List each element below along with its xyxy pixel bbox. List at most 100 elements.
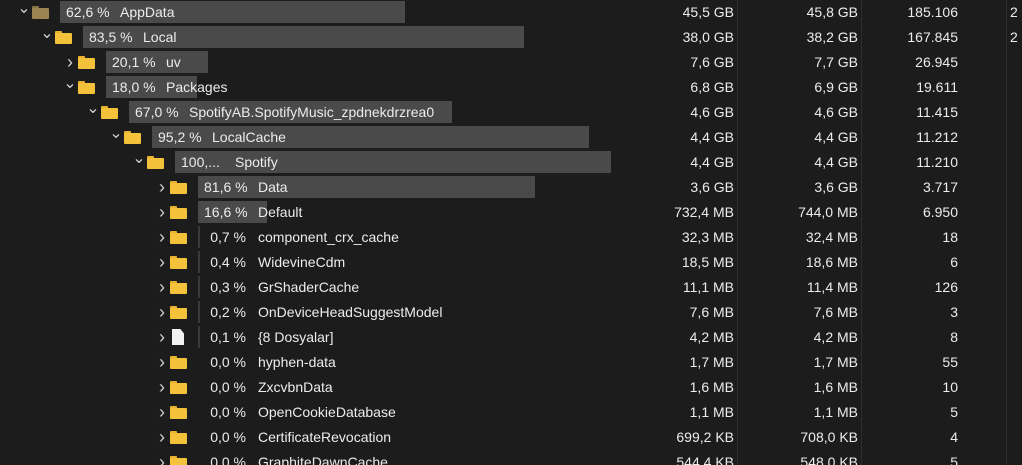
item-name: WidevineCdm [258, 254, 346, 270]
chevron-right-icon[interactable]: › [155, 325, 169, 350]
extra-count: 2 [1010, 29, 1018, 45]
percent-label: 20,1 % [112, 54, 156, 70]
allocated-value: 1,1 MB [813, 404, 858, 420]
files-count: 19.611 [916, 79, 958, 95]
size-value: 1,1 MB [689, 404, 734, 420]
tree-row[interactable]: › 0,0 % CertificateRevocation 699,2 KB 708,0… [0, 425, 1022, 450]
usage-bar [198, 176, 535, 198]
chevron-right-icon[interactable]: › [155, 225, 169, 250]
item-name: Default [258, 204, 303, 220]
tree-row[interactable]: › 0,0 % OpenCookieDatabase 1,1 MB 1,1 MB 5 [0, 400, 1022, 425]
chevron-right-icon[interactable]: › [63, 50, 77, 75]
item-name: SpotifyAB.SpotifyMusic_zpdnekdrzrea0 [189, 104, 435, 120]
chevron-right-icon[interactable]: › [155, 375, 169, 400]
size-value: 38,0 GB [682, 29, 734, 45]
tree-row[interactable]: › 0,2 % OnDeviceHeadSuggestModel 7,6 MB 7,6 … [0, 300, 1022, 325]
size-value: 1,6 MB [689, 379, 734, 395]
percent-label: 0,0 % [210, 429, 246, 445]
percent-label: 83,5 % [89, 29, 133, 45]
tree-row[interactable]: › 0,3 % GrShaderCache 11,1 MB 11,4 MB 126 [0, 275, 1022, 300]
tree-row[interactable]: ⌄ 83,5 % Local 38,0 GB 38,2 GB 167.845 2 [0, 25, 1022, 50]
tree-row[interactable]: ⌄ 100,... Spotify 4,4 GB 4,4 GB 11.210 [0, 150, 1022, 175]
chevron-right-icon[interactable]: › [155, 300, 169, 325]
size-value: 18,5 MB [681, 254, 734, 270]
size-value: 32,3 MB [681, 229, 734, 245]
chevron-down-icon[interactable]: ⌄ [17, 0, 31, 25]
tree-row[interactable]: ⌄ 18,0 % Packages 6,8 GB 6,9 GB 19.611 [0, 75, 1022, 100]
allocated-value: 7,6 MB [813, 304, 858, 320]
item-name: Packages [166, 79, 228, 95]
files-count: 11.210 [916, 154, 958, 170]
chevron-down-icon[interactable]: ⌄ [86, 100, 100, 125]
item-name: ZxcvbnData [258, 379, 333, 395]
percent-label: 95,2 % [158, 129, 202, 145]
files-count: 26.945 [915, 54, 958, 70]
size-value: 699,2 KB [676, 429, 734, 445]
tree-row[interactable]: ⌄ 95,2 % LocalCache 4,4 GB 4,4 GB 11.212 [0, 125, 1022, 150]
folder-icon [78, 81, 95, 94]
chevron-right-icon[interactable]: › [155, 275, 169, 300]
chevron-right-icon[interactable]: › [155, 350, 169, 375]
usage-bar [198, 326, 200, 348]
chevron-right-icon[interactable]: › [155, 250, 169, 275]
tree-row[interactable]: › 0,7 % component_crx_cache 32,3 MB 32,4 MB 1… [0, 225, 1022, 250]
folder-icon [170, 281, 187, 294]
folder-icon [170, 206, 187, 219]
tree-row[interactable]: › 0,0 % hyphen-data 1,7 MB 1,7 MB 55 [0, 350, 1022, 375]
tree-row[interactable]: › 0,1 % {8 Dosyalar] 4,2 MB 4,2 MB 8 [0, 325, 1022, 350]
folder-icon [170, 406, 187, 419]
size-value: 4,2 MB [689, 329, 734, 345]
folder-icon [170, 456, 187, 465]
allocated-value: 744,0 MB [798, 204, 858, 220]
size-value: 544,4 KB [676, 454, 734, 465]
chevron-right-icon[interactable]: › [155, 175, 169, 200]
size-value: 4,4 GB [690, 154, 734, 170]
allocated-value: 4,2 MB [813, 329, 858, 345]
files-count: 5 [950, 454, 958, 465]
tree-row[interactable]: ⌄ 62,6 % AppData 45,5 GB 45,8 GB 185.106 2 [0, 0, 1022, 25]
size-value: 3,6 GB [690, 179, 734, 195]
size-value: 7,6 GB [690, 54, 734, 70]
chevron-right-icon[interactable]: › [155, 400, 169, 425]
tree-row[interactable]: › 0,4 % WidevineCdm 18,5 MB 18,6 MB 6 [0, 250, 1022, 275]
allocated-value: 7,7 GB [814, 54, 858, 70]
tree-row[interactable]: ⌄ 67,0 % SpotifyAB.SpotifyMusic_zpdnekdrzr… [0, 100, 1022, 125]
chevron-right-icon[interactable]: › [155, 450, 169, 465]
extra-count: 2 [1010, 4, 1018, 20]
size-value: 1,7 MB [689, 354, 734, 370]
usage-bar [198, 226, 200, 248]
item-name: Spotify [235, 154, 278, 170]
tree-row[interactable]: › 81,6 % Data 3,6 GB 3,6 GB 3.717 [0, 175, 1022, 200]
allocated-value: 1,6 MB [813, 379, 858, 395]
chevron-down-icon[interactable]: ⌄ [40, 25, 54, 50]
files-count: 3.717 [922, 179, 958, 195]
chevron-down-icon[interactable]: ⌄ [109, 125, 123, 150]
chevron-right-icon[interactable]: › [155, 200, 169, 225]
chevron-right-icon[interactable]: › [155, 425, 169, 450]
allocated-value: 708,0 KB [800, 429, 858, 445]
chevron-down-icon[interactable]: ⌄ [63, 75, 77, 100]
percent-label: 0,4 % [210, 254, 246, 270]
folder-icon [78, 56, 95, 69]
tree-row[interactable]: › 16,6 % Default 732,4 MB 744,0 MB 6.950 [0, 200, 1022, 225]
allocated-value: 3,6 GB [814, 179, 858, 195]
allocated-value: 11,4 MB [806, 279, 858, 295]
files-count: 55 [942, 354, 958, 370]
item-name: CertificateRevocation [258, 429, 392, 445]
files-count: 126 [934, 279, 958, 295]
file-icon [172, 329, 184, 345]
percent-label: 67,0 % [135, 104, 179, 120]
folder-icon [170, 356, 187, 369]
item-name: GraphiteDawnCache [258, 454, 388, 465]
tree-row[interactable]: › 0,0 % GraphiteDawnCache 544,4 KB 548,0 KB 5 [0, 450, 1022, 465]
size-value: 6,8 GB [690, 79, 734, 95]
tree-row[interactable]: › 0,0 % ZxcvbnData 1,6 MB 1,6 MB 10 [0, 375, 1022, 400]
tree-row[interactable]: › 20,1 % uv 7,6 GB 7,7 GB 26.945 [0, 50, 1022, 75]
allocated-value: 45,8 GB [806, 4, 858, 20]
percent-label: 18,0 % [112, 79, 156, 95]
files-count: 11.212 [916, 129, 958, 145]
chevron-down-icon[interactable]: ⌄ [132, 150, 146, 175]
item-name: Data [258, 179, 288, 195]
allocated-value: 32,4 MB [805, 229, 858, 245]
percent-label: 0,0 % [210, 454, 246, 465]
